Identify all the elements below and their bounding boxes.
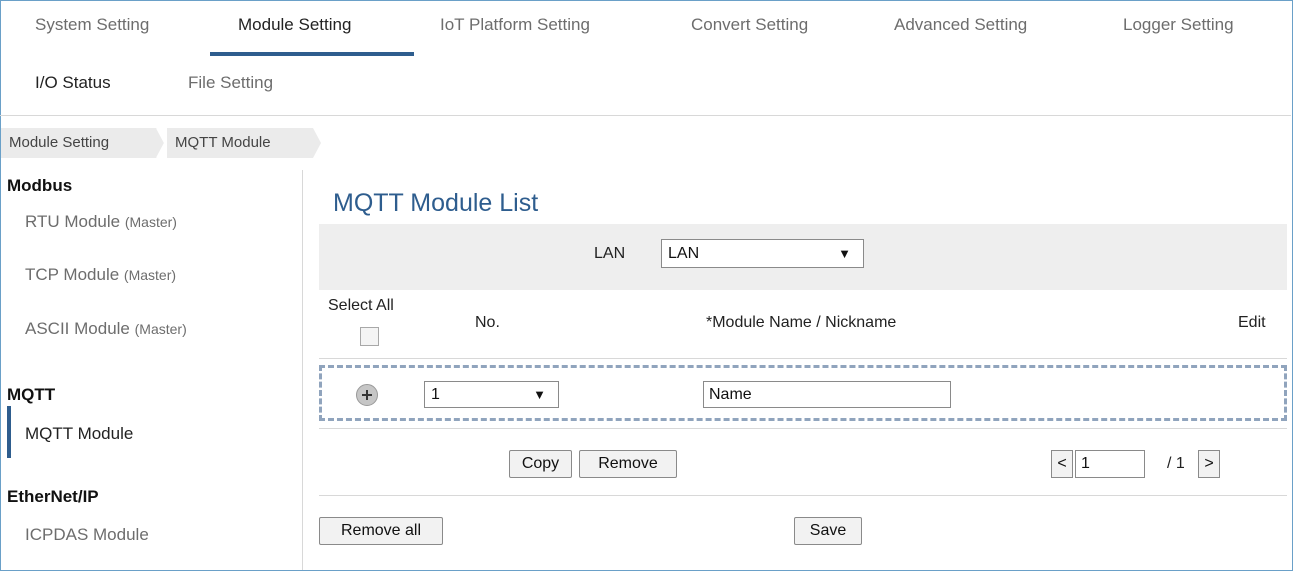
column-header-no: No.	[475, 314, 500, 331]
sidebar-item-mqtt-module[interactable]: MQTT Module	[25, 424, 133, 444]
select-all-checkbox[interactable]	[360, 327, 379, 346]
sidebar-item-label: RTU Module	[25, 212, 121, 231]
copy-button[interactable]: Copy	[509, 450, 572, 478]
column-header-name: *Module Name / Nickname	[706, 314, 897, 331]
breadcrumb-end	[313, 128, 321, 158]
sidebar-item-rtu-module[interactable]: RTU Module (Master)	[25, 212, 177, 232]
tab-module-setting[interactable]: Module Setting	[238, 15, 351, 35]
column-header-edit: Edit	[1238, 314, 1266, 331]
active-tab-underline	[210, 52, 414, 56]
row-divider	[319, 428, 1287, 429]
sidebar-item-tcp-module[interactable]: TCP Module (Master)	[25, 265, 176, 285]
select-all-label: Select All	[328, 297, 394, 314]
module-name-input[interactable]: Name	[703, 381, 951, 408]
tab-iot-platform-setting[interactable]: IoT Platform Setting	[440, 15, 590, 35]
row-no-select[interactable]: 1 ▼	[424, 381, 559, 408]
lan-label: LAN	[594, 245, 626, 262]
page-number-input[interactable]: 1	[1075, 450, 1145, 478]
remove-button[interactable]: Remove	[579, 450, 677, 478]
page-title: MQTT Module List	[333, 189, 539, 217]
sidebar-item-suffix: (Master)	[123, 267, 177, 283]
dropdown-arrow-icon: ▼	[838, 246, 851, 261]
header-divider	[319, 358, 1287, 359]
add-row-icon[interactable]	[356, 384, 378, 406]
prev-page-button[interactable]: <	[1051, 450, 1073, 478]
breadcrumb-item-module-setting[interactable]: Module Setting	[1, 128, 157, 158]
save-button[interactable]: Save	[794, 517, 862, 545]
sidebar-group-ethernet-ip: EtherNet/IP	[7, 487, 99, 506]
next-page-button[interactable]: >	[1198, 450, 1220, 478]
sidebar-group-mqtt: MQTT	[7, 385, 56, 404]
sidebar-active-indicator	[7, 406, 11, 458]
tab-system-setting[interactable]: System Setting	[35, 15, 149, 35]
sidebar-item-ascii-module[interactable]: ASCII Module (Master)	[25, 319, 187, 339]
remove-all-button[interactable]: Remove all	[319, 517, 443, 545]
sidebar-item-label: ASCII Module	[25, 319, 130, 338]
nav-divider	[0, 115, 1291, 116]
tab-advanced-setting[interactable]: Advanced Setting	[894, 15, 1027, 35]
tab-file-setting[interactable]: File Setting	[188, 73, 273, 93]
tab-logger-setting[interactable]: Logger Setting	[1123, 15, 1234, 35]
sidebar-item-icpdas-module[interactable]: ICPDAS Module	[25, 525, 149, 545]
top-nav: System Setting Module Setting IoT Platfo…	[1, 1, 1292, 116]
sidebar-item-suffix: (Master)	[124, 214, 177, 230]
page-total: / 1	[1167, 455, 1185, 472]
tab-io-status[interactable]: I/O Status	[35, 73, 111, 93]
sidebar-item-label: TCP Module	[25, 265, 120, 284]
lan-select-value: LAN	[668, 245, 700, 262]
sidebar-item-suffix: (Master)	[134, 321, 187, 337]
action-divider	[319, 495, 1287, 496]
sidebar-group-modbus: Modbus	[7, 176, 73, 195]
dropdown-arrow-icon: ▼	[533, 387, 546, 402]
breadcrumb-item-mqtt-module[interactable]: MQTT Module	[167, 128, 313, 158]
tab-convert-setting[interactable]: Convert Setting	[691, 15, 808, 35]
sidebar-divider	[302, 170, 303, 570]
lan-select[interactable]: LAN ▼	[661, 239, 864, 268]
row-no-value: 1	[431, 386, 440, 403]
